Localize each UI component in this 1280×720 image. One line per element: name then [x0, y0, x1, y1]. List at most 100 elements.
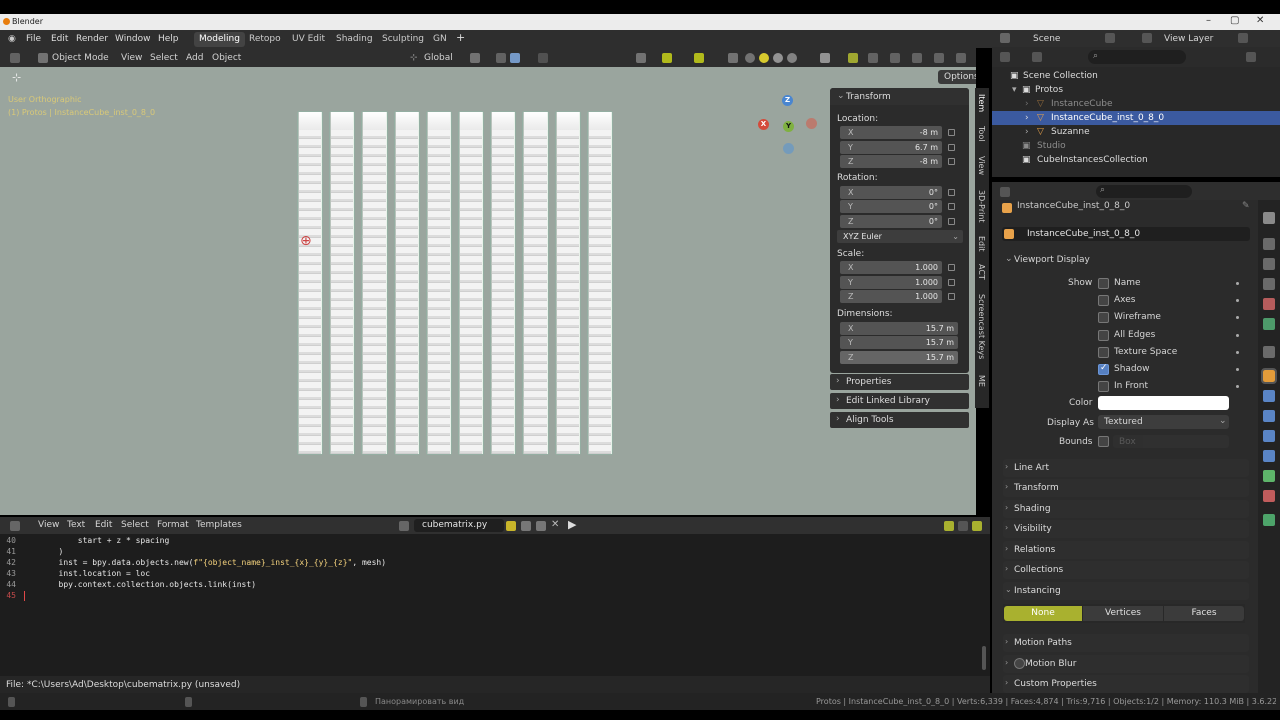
dimensions-x-field[interactable]: X 15.7 m — [840, 322, 958, 335]
visibility-icon[interactable] — [636, 53, 646, 63]
lock-icon[interactable] — [948, 264, 955, 271]
word-wrap-icon[interactable] — [958, 521, 968, 531]
display-mode-icon[interactable] — [1032, 52, 1042, 62]
object-mode-dropdown[interactable]: Object Mode — [52, 53, 109, 63]
menu-render[interactable]: Render — [76, 34, 108, 44]
lock-icon[interactable] — [948, 218, 955, 225]
section-visibility[interactable]: › Visibility — [1003, 520, 1249, 538]
scale-z-field[interactable]: Z 1.000 — [840, 290, 942, 303]
editor-type-icon[interactable] — [1000, 52, 1010, 62]
lock-icon[interactable] — [948, 144, 955, 151]
outliner-row-suzanne[interactable]: › ▽ Suzanne — [992, 125, 1280, 139]
scale-y-field[interactable]: Y 1.000 — [840, 276, 942, 289]
snap-target-icon[interactable] — [510, 53, 520, 63]
new-view-layer-icon[interactable] — [1238, 33, 1248, 43]
menu-object[interactable]: Object — [212, 53, 241, 63]
outliner-row-scene-collection[interactable]: ▣ Scene Collection — [992, 69, 1280, 83]
section-instancing[interactable]: ⌄ Instancing — [1003, 582, 1249, 600]
code-line[interactable]: start + z * spacing — [20, 536, 170, 545]
toolbar-icon[interactable] — [848, 53, 858, 63]
editor-type-icon[interactable] — [1000, 187, 1010, 197]
tab-modeling[interactable]: Modeling — [194, 32, 245, 47]
object-name-field[interactable]: InstanceCube_inst_0_8_0 — [1002, 227, 1250, 241]
show-all-edges-checkbox[interactable] — [1098, 329, 1109, 341]
viewport-display-title[interactable]: Viewport Display — [1014, 255, 1090, 265]
menu-edit[interactable]: Edit — [51, 34, 68, 44]
material-shading-icon[interactable] — [773, 53, 783, 63]
filter-icon[interactable] — [1246, 52, 1256, 62]
te-menu-select[interactable]: Select — [121, 520, 149, 530]
te-menu-format[interactable]: Format — [157, 520, 189, 530]
section-collections[interactable]: › Collections — [1003, 561, 1249, 579]
run-script-icon[interactable]: ▶ — [568, 518, 576, 531]
cube-column[interactable] — [459, 112, 484, 454]
view-layer-icon[interactable] — [1142, 33, 1152, 43]
tab-uv-edit[interactable]: UV Edit — [287, 32, 330, 47]
keyframe-dot-icon[interactable] — [1236, 350, 1239, 354]
code-line[interactable]: inst.location = loc — [20, 569, 151, 578]
nav-gizmo-neg-x[interactable] — [806, 118, 817, 129]
tool-tab-icon[interactable] — [1263, 212, 1275, 224]
tab-shading[interactable]: Shading — [331, 32, 378, 47]
menu-add[interactable]: Add — [186, 53, 203, 63]
tab-act[interactable]: ACT — [977, 264, 986, 280]
tab-item[interactable]: Item — [977, 94, 986, 112]
pivot-icon[interactable] — [470, 53, 480, 63]
keyframe-dot-icon[interactable] — [1236, 368, 1239, 371]
properties-search-input[interactable] — [1096, 185, 1192, 198]
texture-tab-icon[interactable] — [1263, 514, 1275, 526]
hide-icon[interactable] — [820, 53, 830, 63]
outliner-row-protos[interactable]: ▾ ▣ Protos — [992, 83, 1280, 97]
menu-file[interactable]: File — [26, 34, 41, 44]
code-line[interactable]: bpy.context.collection.objects.link(inst… — [20, 580, 256, 589]
lock-icon[interactable] — [948, 129, 955, 136]
bounds-type-dropdown[interactable]: Box — [1113, 435, 1229, 448]
outliner-row-cubeinstances[interactable]: ▣ CubeInstancesCollection — [992, 153, 1280, 167]
cube-column[interactable] — [523, 112, 548, 454]
pin-icon[interactable]: ✎ — [1242, 201, 1250, 211]
keyframe-dot-icon[interactable] — [1236, 333, 1239, 337]
tab-view[interactable]: View — [977, 156, 986, 175]
solid-shading-icon[interactable] — [759, 53, 769, 63]
transform-panel-header[interactable]: ⌄ Transform — [830, 88, 969, 105]
view-layer-name[interactable]: View Layer — [1164, 34, 1213, 44]
show-in-front-checkbox[interactable] — [1098, 381, 1109, 393]
te-menu-edit[interactable]: Edit — [95, 520, 112, 530]
section-motion-paths[interactable]: › Motion Paths — [1003, 634, 1249, 652]
lock-icon[interactable] — [948, 189, 955, 196]
rendered-shading-icon[interactable] — [787, 53, 797, 63]
blender-menu-icon[interactable]: ◉ — [8, 34, 16, 44]
keyframe-dot-icon[interactable] — [1236, 316, 1239, 320]
restrict-icon-5[interactable] — [956, 53, 966, 63]
menu-view[interactable]: View — [121, 53, 142, 63]
rotation-x-field[interactable]: X 0° — [840, 186, 942, 199]
location-y-field[interactable]: Y 6.7 m — [840, 141, 942, 154]
te-menu-text[interactable]: Text — [67, 520, 85, 530]
color-swatch[interactable] — [1098, 396, 1229, 410]
cube-column[interactable] — [426, 112, 451, 454]
object-tab-icon[interactable] — [1261, 368, 1277, 384]
cube-column[interactable] — [298, 112, 323, 454]
editor-type-icon[interactable] — [10, 521, 20, 531]
section-transform[interactable]: › Transform — [1003, 479, 1249, 497]
location-x-field[interactable]: X -8 m — [840, 126, 942, 139]
shield-icon[interactable] — [506, 521, 516, 531]
lock-icon[interactable] — [948, 203, 955, 210]
overlay-toggle-icon[interactable] — [694, 53, 704, 63]
section-shading[interactable]: › Shading — [1003, 500, 1249, 518]
dimensions-y-field[interactable]: Y 15.7 m — [840, 336, 958, 349]
instancing-vertices-button[interactable]: Vertices — [1083, 606, 1163, 621]
nav-gizmo-neg-z[interactable] — [783, 143, 794, 154]
menu-select[interactable]: Select — [150, 53, 178, 63]
render-tab-icon[interactable] — [1263, 238, 1275, 250]
tab-gn[interactable]: GN — [428, 32, 452, 47]
modifier-tab-icon[interactable] — [1263, 390, 1275, 402]
open-folder-icon[interactable] — [536, 521, 546, 531]
minimize-icon[interactable]: – — [1206, 15, 1211, 26]
code-line[interactable]: inst = bpy.data.objects.new(f"{object_na… — [20, 558, 387, 567]
lock-icon[interactable] — [948, 158, 955, 165]
lock-icon[interactable] — [948, 293, 955, 300]
display-as-dropdown[interactable]: Textured ⌄ — [1098, 415, 1229, 429]
scene-name[interactable]: Scene — [1033, 34, 1060, 44]
close-text-icon[interactable]: ✕ — [551, 519, 559, 530]
